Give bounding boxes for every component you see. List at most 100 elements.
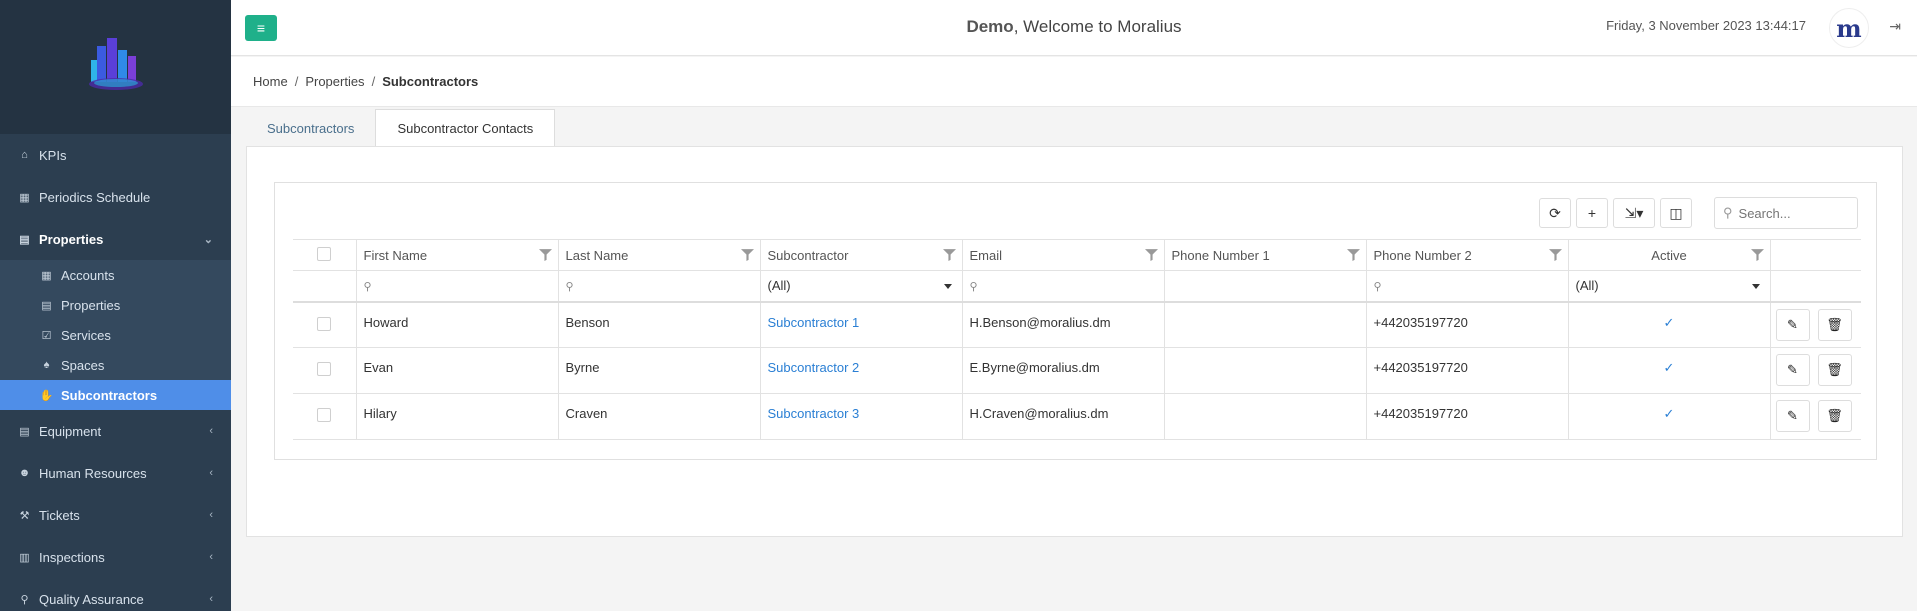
sidebar-item-periodics-schedule[interactable]: ▦ Periodics Schedule <box>0 176 231 218</box>
avatar[interactable]: m <box>1829 8 1869 48</box>
sidebar-item-label: Accounts <box>61 267 115 283</box>
sidebar-item-label: Periodics Schedule <box>39 189 151 205</box>
column-header-subcontractor[interactable]: Subcontractor <box>760 239 963 271</box>
sidebar-item-equipment[interactable]: ▤ Equipment ‹ <box>0 410 231 452</box>
sidebar-item-human-resources[interactable]: ☻ Human Resources ‹ <box>0 452 231 494</box>
column-title: First Name <box>363 247 428 263</box>
sidebar-item-spaces[interactable]: ♠ Spaces <box>0 350 231 380</box>
filter-first-name[interactable]: ⚲ <box>356 270 559 303</box>
edit-button[interactable]: ✎ <box>1775 354 1810 386</box>
sidebar-item-quality-assurance[interactable]: ⚲ Quality Assurance ‹ <box>0 578 231 611</box>
sidebar-item-kpis[interactable]: ⌂ KPIs <box>0 134 231 176</box>
sidebar: ⌂ KPIs ▦ Periodics Schedule ▤ Properties… <box>0 0 231 611</box>
filter-icon[interactable] <box>1346 248 1360 261</box>
column-title: Phone Number 1 <box>1171 247 1270 263</box>
column-header-active[interactable]: Active <box>1568 239 1771 271</box>
column-chooser-button[interactable]: ◫ <box>1660 198 1692 228</box>
column-header-phone-1[interactable]: Phone Number 1 <box>1164 239 1367 271</box>
breadcrumb-properties[interactable]: Properties <box>305 74 364 89</box>
edit-button[interactable]: ✎ <box>1775 400 1810 432</box>
tab-subcontractors[interactable]: Subcontractors <box>246 109 375 147</box>
subcontractor-link[interactable]: Subcontractor 2 <box>768 360 860 375</box>
filter-icon[interactable] <box>1548 248 1562 261</box>
export-button[interactable]: ⇲▾ <box>1613 198 1655 228</box>
cell-last-name: Craven <box>558 393 761 440</box>
subcontractor-link[interactable]: Subcontractor 1 <box>768 315 860 330</box>
plus-icon: + <box>1587 205 1597 221</box>
filter-email[interactable]: ⚲ <box>962 270 1165 303</box>
subcontractor-link[interactable]: Subcontractor 3 <box>768 406 860 421</box>
search-icon: ⚲ <box>1723 205 1733 220</box>
filter-icon[interactable] <box>740 248 754 261</box>
select-all-checkbox[interactable] <box>317 246 332 261</box>
column-header-email[interactable]: Email <box>962 239 1165 271</box>
search-icon: ⚲ <box>969 281 978 294</box>
grid-toolbar: ⟳ + ⇲▾ ◫ ⚲ <box>1534 197 1858 229</box>
column-header-last-name[interactable]: Last Name <box>558 239 761 271</box>
filter-subcontractor-select[interactable]: (All) <box>760 270 963 303</box>
delete-button[interactable]: 🗑 <box>1817 308 1852 341</box>
properties-submenu: ▦ Accounts ▤ Properties ☑ Services ♠ Spa… <box>0 260 231 410</box>
avatar-letter: m <box>1836 13 1862 43</box>
sidebar-item-properties[interactable]: ▤ Properties ⌄ <box>0 218 231 260</box>
chevron-left-icon: ‹ <box>209 551 213 563</box>
delete-button[interactable]: 🗑 <box>1817 354 1852 386</box>
pencil-icon: ✎ <box>1787 316 1798 332</box>
edit-button[interactable]: ✎ <box>1775 308 1810 341</box>
cell-first-name: Evan <box>356 347 559 394</box>
filter-icon[interactable] <box>538 248 552 261</box>
column-title: Phone Number 2 <box>1373 247 1472 263</box>
filter-icon[interactable] <box>1750 248 1764 261</box>
add-button[interactable]: + <box>1576 198 1608 228</box>
table-row: Evan Byrne Subcontractor 2 E.Byrne@moral… <box>293 347 1861 394</box>
search-icon: ⚲ <box>565 281 574 294</box>
sign-out-icon[interactable]: ⇥ <box>1889 18 1901 35</box>
export-icon: ⇲▾ <box>1624 204 1644 221</box>
chevron-left-icon: ‹ <box>209 467 213 479</box>
sidebar-item-subcontractors[interactable]: ✋ Subcontractors <box>0 380 231 410</box>
current-datetime: Friday, 3 November 2023 13:44:17 <box>1606 18 1806 33</box>
filter-last-name[interactable]: ⚲ <box>558 270 761 303</box>
column-title: Email <box>969 247 1003 263</box>
data-grid: ⟳ + ⇲▾ ◫ ⚲ First Name Last Name Subcontr… <box>274 182 1877 460</box>
column-header-phone-2[interactable]: Phone Number 2 <box>1366 239 1569 271</box>
search-icon: ⚲ <box>363 281 372 294</box>
sidebar-item-inspections[interactable]: ▥ Inspections ‹ <box>0 536 231 578</box>
column-header-first-name[interactable]: First Name <box>356 239 559 271</box>
filter-row: ⚲ ⚲ (All) ⚲ ⚲ (All) <box>293 270 1861 303</box>
filter-phone-2[interactable]: ⚲ <box>1366 270 1569 303</box>
row-checkbox[interactable] <box>317 362 332 376</box>
sidebar-item-label: Tickets <box>39 507 80 523</box>
column-title: Last Name <box>565 247 629 263</box>
refresh-button[interactable]: ⟳ <box>1539 198 1571 228</box>
search-input[interactable] <box>1738 205 1849 221</box>
delete-button[interactable]: 🗑 <box>1817 400 1852 432</box>
content-panel: ⟳ + ⇲▾ ◫ ⚲ First Name Last Name Subcontr… <box>246 146 1903 537</box>
filter-active-select[interactable]: (All) <box>1568 270 1771 303</box>
company-logo <box>83 32 149 102</box>
row-checkbox[interactable] <box>317 408 332 422</box>
breadcrumb-home[interactable]: Home <box>253 74 288 89</box>
filter-phone-1[interactable] <box>1164 270 1367 303</box>
filter-icon[interactable] <box>1144 248 1158 261</box>
row-checkbox[interactable] <box>317 316 332 331</box>
table-row: Hilary Craven Subcontractor 3 H.Craven@m… <box>293 393 1861 440</box>
sidebar-item-label: Inspections <box>39 549 105 565</box>
sidebar-item-accounts[interactable]: ▦ Accounts <box>0 260 231 290</box>
sidebar-item-services[interactable]: ☑ Services <box>0 320 231 350</box>
trash-icon: 🗑 <box>1826 362 1843 377</box>
pencil-icon: ✎ <box>1787 408 1798 423</box>
cell-last-name: Benson <box>558 301 761 348</box>
sidebar-item-properties-sub[interactable]: ▤ Properties <box>0 290 231 320</box>
cell-email: H.Benson@moralius.dm <box>962 301 1165 348</box>
filter-icon[interactable] <box>942 248 956 261</box>
tab-subcontractor-contacts[interactable]: Subcontractor Contacts <box>375 109 556 147</box>
breadcrumb-separator: / <box>294 74 299 89</box>
wrench-icon: ⚒ <box>19 509 30 522</box>
column-chooser-icon: ◫ <box>1669 204 1683 221</box>
sidebar-item-tickets[interactable]: ⚒ Tickets ‹ <box>0 494 231 536</box>
cell-actions: ✎ 🗑 <box>1770 393 1861 440</box>
cell-actions: ✎ 🗑 <box>1770 301 1861 348</box>
cell-active: ✓ <box>1568 301 1771 348</box>
welcome-text: , Welcome to Moralius <box>1013 17 1182 36</box>
